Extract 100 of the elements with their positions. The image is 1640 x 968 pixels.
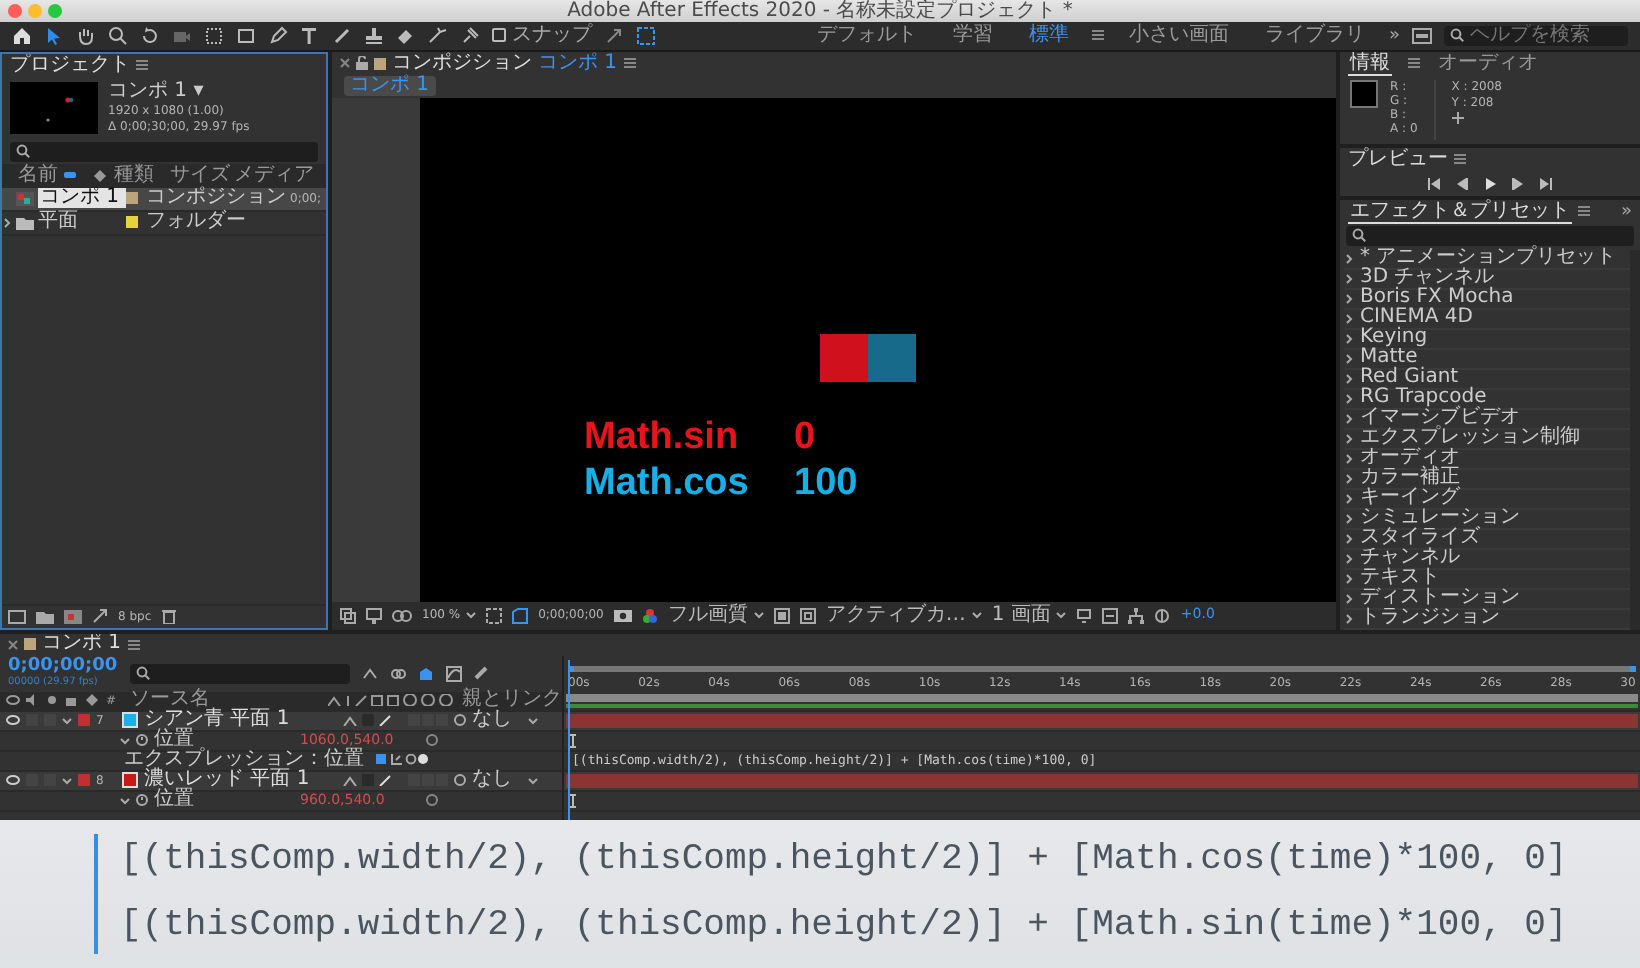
- lock-icon[interactable]: [66, 694, 80, 707]
- type-tool-icon[interactable]: [300, 25, 320, 46]
- stopwatch-icon[interactable]: [136, 794, 148, 807]
- exposure-icon[interactable]: [1154, 607, 1171, 624]
- graph-editor-icon[interactable]: [445, 665, 462, 682]
- menu-icon[interactable]: [1578, 206, 1590, 217]
- project-search-field[interactable]: [10, 141, 318, 162]
- layer-switch-boxes[interactable]: [408, 714, 448, 727]
- switch-box[interactable]: [44, 714, 56, 727]
- chevron-icon[interactable]: [528, 775, 538, 786]
- effect-category[interactable]: シミュレーション: [1344, 509, 1630, 530]
- chevron-icon[interactable]: [971, 610, 982, 621]
- project-item[interactable]: 平面 フォルダー: [2, 211, 326, 236]
- timeline-icon[interactable]: [1102, 607, 1119, 624]
- expression-controls-icon[interactable]: [376, 754, 428, 767]
- panel-tab[interactable]: 情報: [1348, 51, 1392, 76]
- menu-icon[interactable]: [1092, 30, 1105, 41]
- hand-icon[interactable]: [76, 25, 96, 46]
- color-channels-icon[interactable]: [641, 607, 658, 624]
- effect-category[interactable]: チャンネル: [1344, 549, 1630, 570]
- search-icon[interactable]: [1450, 28, 1464, 43]
- mask-view-icon[interactable]: [392, 609, 412, 622]
- layer-switch-boxes[interactable]: [408, 774, 448, 787]
- chevron-icon[interactable]: [62, 775, 72, 786]
- effect-category[interactable]: ディストーション: [1344, 589, 1630, 610]
- close-icon[interactable]: [8, 639, 18, 650]
- layer-name[interactable]: 濃いレッド 平面 1: [144, 770, 336, 791]
- chevron-icon[interactable]: [1056, 610, 1067, 621]
- effect-category[interactable]: スタイライズ: [1344, 529, 1630, 550]
- effect-category[interactable]: Matte: [1344, 349, 1630, 370]
- roto-brush-icon[interactable]: [428, 25, 448, 46]
- sync-icon[interactable]: [1412, 27, 1432, 44]
- pick-whip-icon[interactable]: [426, 734, 438, 747]
- always-preview-icon[interactable]: [340, 607, 356, 624]
- effect-category[interactable]: Boris FX Mocha: [1344, 289, 1630, 310]
- timeline-tab[interactable]: コンポ 1: [42, 634, 122, 655]
- quality-dropdown[interactable]: フル画質: [667, 605, 748, 626]
- switch-box[interactable]: [44, 774, 56, 787]
- workspace-overflow-button[interactable]: »: [1388, 25, 1400, 46]
- chevron-icon[interactable]: [120, 795, 130, 806]
- chevron-icon[interactable]: [753, 610, 764, 621]
- lock-icon[interactable]: [356, 56, 368, 71]
- workspace-tab[interactable]: 標準: [1016, 25, 1081, 46]
- effect-category[interactable]: * アニメーションプリセット: [1344, 249, 1630, 270]
- search-icon[interactable]: [108, 25, 128, 46]
- column-header[interactable]: 親とリンク: [462, 690, 562, 711]
- menu-icon[interactable]: [623, 58, 636, 69]
- workspace-tab[interactable]: 学習: [940, 25, 1005, 46]
- pick-whip-icon[interactable]: [454, 774, 466, 787]
- parent-dropdown[interactable]: なし: [472, 770, 512, 791]
- step-back-icon[interactable]: [1456, 177, 1468, 190]
- effect-category[interactable]: トランジション: [1344, 609, 1630, 630]
- workspace-tab[interactable]: デフォルト: [804, 25, 929, 46]
- fast-preview-icon[interactable]: [1076, 607, 1093, 624]
- menu-icon[interactable]: [1454, 154, 1466, 165]
- layer-search-field[interactable]: [129, 663, 350, 684]
- monitor-icon[interactable]: [366, 607, 382, 624]
- sort-icon[interactable]: [64, 172, 76, 179]
- switch-box[interactable]: [26, 774, 38, 787]
- chevron-icon[interactable]: [62, 715, 72, 726]
- camera-dropdown[interactable]: アクティブカ…: [825, 605, 966, 626]
- comp-tab-name[interactable]: コンポ 1: [538, 53, 618, 74]
- snap-checkbox[interactable]: [492, 28, 506, 43]
- effect-category[interactable]: キーイング: [1344, 489, 1630, 510]
- parent-dropdown[interactable]: なし: [472, 710, 512, 731]
- panel-title[interactable]: コンポジション: [392, 53, 532, 74]
- folder-icon[interactable]: [36, 609, 54, 624]
- layer-name[interactable]: シアン青 平面 1: [144, 710, 336, 731]
- pin-icon[interactable]: [460, 25, 480, 46]
- new-comp-icon[interactable]: [64, 609, 82, 624]
- column-header[interactable]: サイズ: [170, 165, 234, 186]
- label-icon[interactable]: [86, 694, 100, 707]
- menu-icon[interactable]: [127, 639, 140, 650]
- column-header[interactable]: 種類: [114, 165, 170, 186]
- close-icon[interactable]: [340, 58, 350, 69]
- search-icon[interactable]: [1352, 228, 1366, 243]
- work-area-bar[interactable]: [568, 665, 1636, 672]
- menu-icon[interactable]: [136, 60, 148, 71]
- step-forward-icon[interactable]: [1512, 177, 1524, 190]
- views-dropdown[interactable]: 1 画面: [991, 605, 1051, 626]
- menu-icon[interactable]: [1408, 58, 1420, 69]
- skip-to-start-icon[interactable]: [1428, 177, 1440, 190]
- pick-whip-icon[interactable]: [454, 714, 466, 727]
- play-icon[interactable]: [1484, 177, 1496, 190]
- interpret-icon[interactable]: [8, 609, 26, 624]
- effect-category[interactable]: 3D チャンネル: [1344, 269, 1630, 290]
- panel-overflow-button[interactable]: »: [1620, 201, 1632, 222]
- chevron-icon[interactable]: [466, 610, 477, 621]
- transparency-grid-icon[interactable]: [773, 607, 790, 624]
- label-icon[interactable]: [94, 169, 106, 182]
- region-icon[interactable]: [486, 607, 503, 624]
- dotted-square-icon[interactable]: [204, 25, 224, 46]
- effect-category[interactable]: CINEMA 4D: [1344, 309, 1630, 330]
- workspace-tab[interactable]: 小さい画面: [1116, 25, 1241, 46]
- pen-icon[interactable]: [268, 25, 288, 46]
- effect-category[interactable]: Keying: [1344, 329, 1630, 350]
- chevron-icon[interactable]: [120, 735, 130, 746]
- motion-blur-icon[interactable]: [417, 665, 434, 682]
- skip-to-end-icon[interactable]: [1540, 177, 1552, 190]
- chevron-icon[interactable]: [528, 715, 538, 726]
